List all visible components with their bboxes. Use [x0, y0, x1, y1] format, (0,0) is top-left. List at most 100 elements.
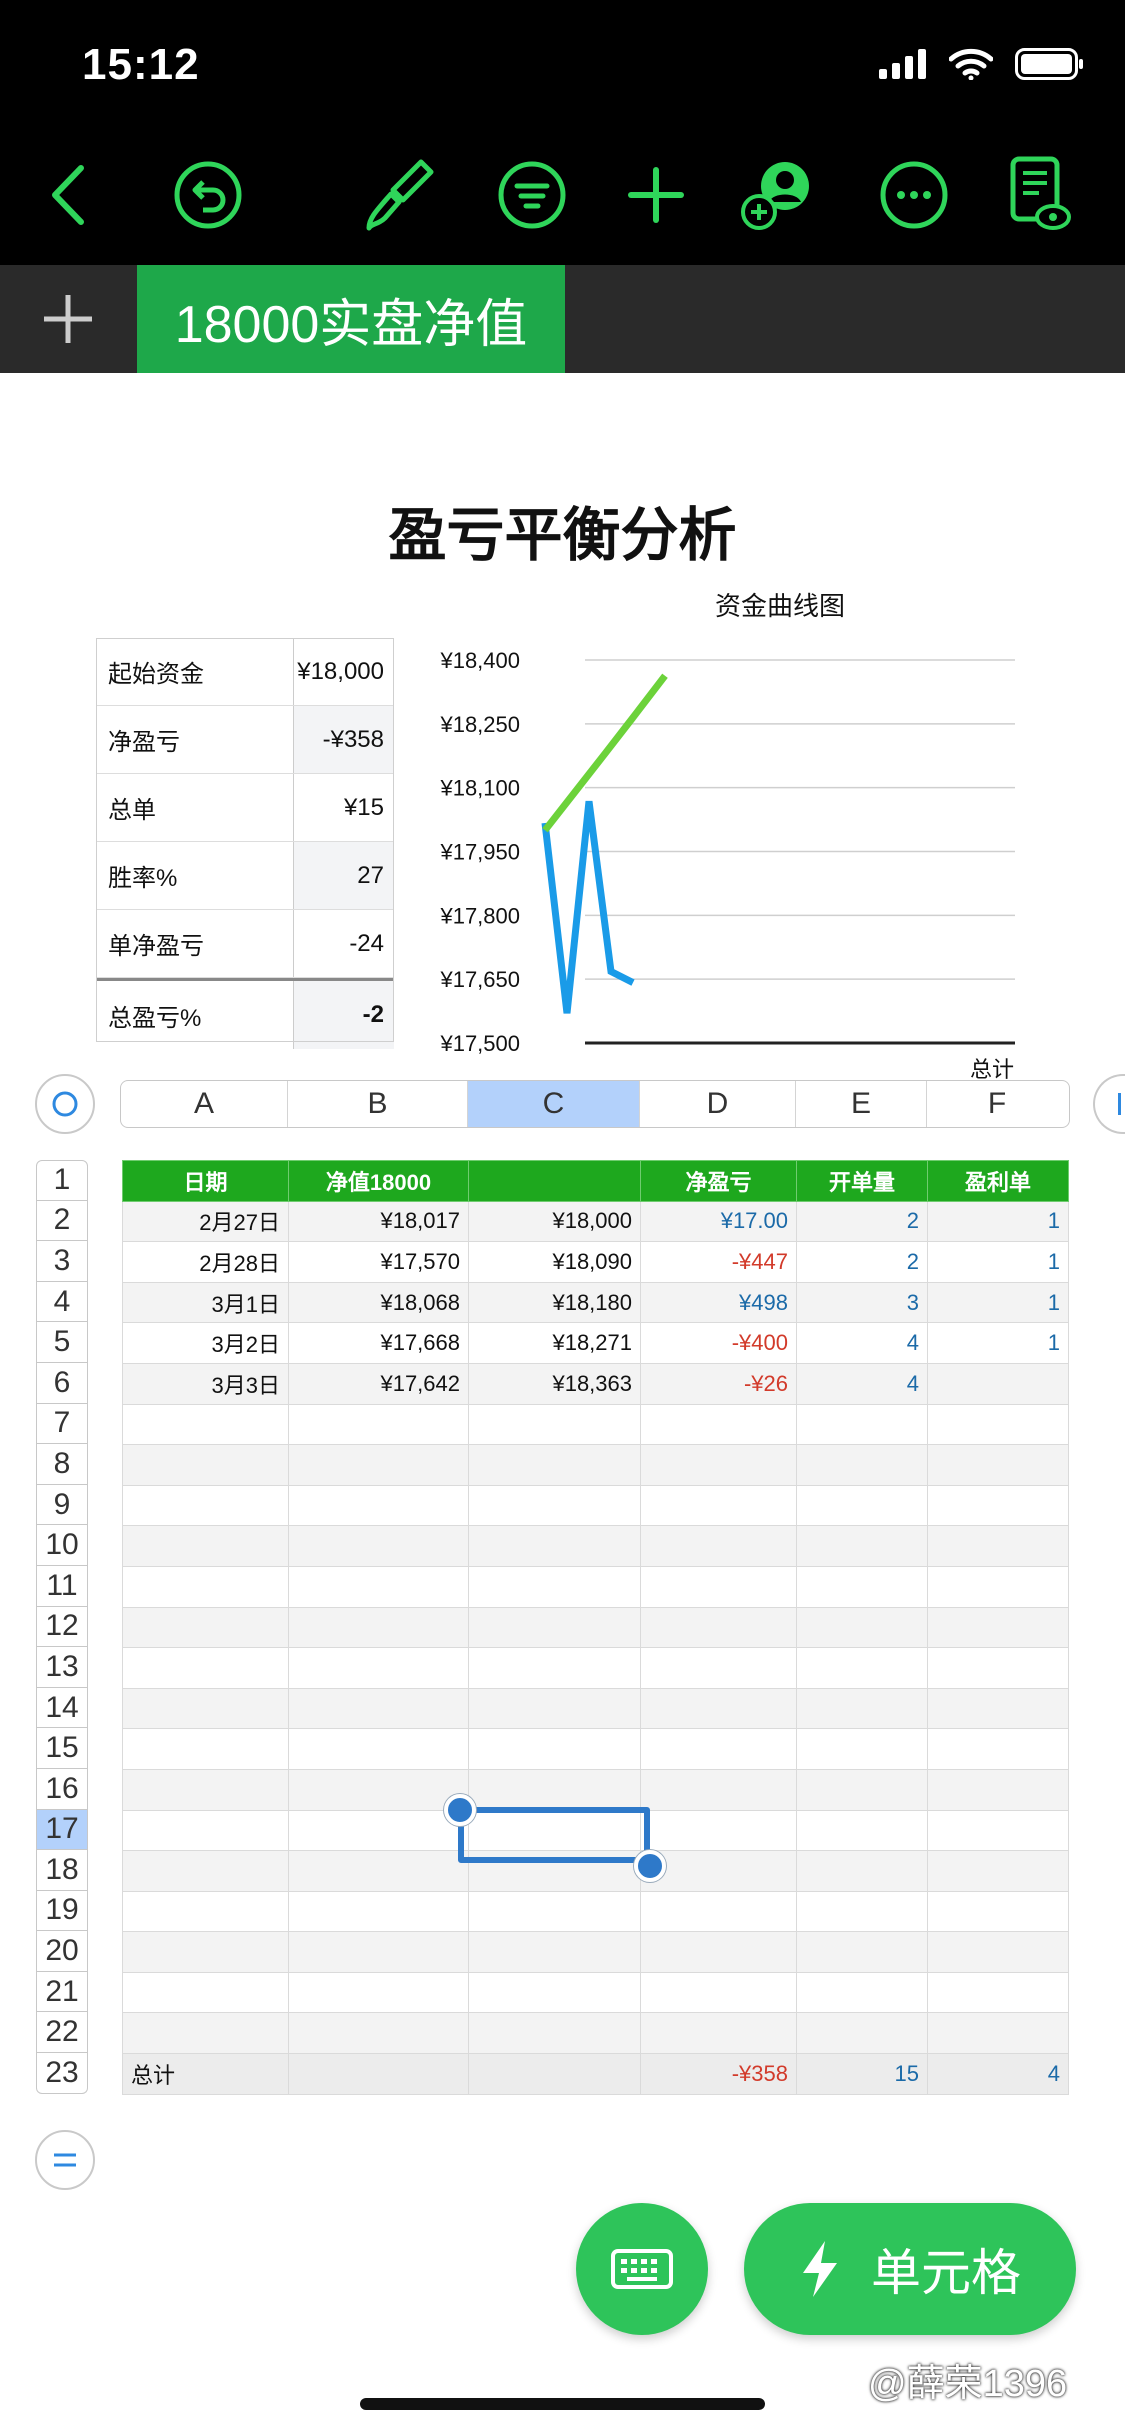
- summary-row[interactable]: 净盈亏 -¥358: [96, 706, 394, 774]
- table-cell[interactable]: [288, 1444, 469, 1486]
- row-header[interactable]: 21: [36, 1971, 88, 2013]
- row-header[interactable]: 17: [36, 1809, 88, 1851]
- table-cell[interactable]: [122, 1606, 289, 1649]
- table-cell[interactable]: [796, 1647, 928, 1689]
- undo-button[interactable]: [168, 155, 248, 235]
- table-cell[interactable]: [927, 1768, 1069, 1811]
- table-cell[interactable]: [640, 1809, 797, 1852]
- table-cell[interactable]: [796, 1525, 928, 1567]
- table-cell[interactable]: [288, 1728, 469, 1770]
- row-header[interactable]: 22: [36, 2012, 88, 2054]
- row-header[interactable]: 15: [36, 1728, 88, 1769]
- table-cell[interactable]: 1: [927, 1322, 1069, 1364]
- table-cell[interactable]: [468, 1484, 641, 1527]
- column-header-e[interactable]: E: [796, 1081, 927, 1127]
- table-cell[interactable]: ¥18,068: [288, 1281, 469, 1324]
- table-cell[interactable]: ¥17,668: [288, 1322, 469, 1364]
- table-cell[interactable]: 1: [927, 1281, 1069, 1324]
- table-cell[interactable]: ¥498: [640, 1281, 797, 1324]
- table-cell[interactable]: [927, 1890, 1069, 1933]
- table-cell[interactable]: [122, 1525, 289, 1567]
- table-cell[interactable]: ¥18,090: [468, 1241, 641, 1283]
- table-cell[interactable]: 3: [796, 1281, 928, 1324]
- table-cell[interactable]: ¥18,017: [288, 1200, 469, 1243]
- table-cell[interactable]: [796, 1606, 928, 1649]
- equity-curve-chart[interactable]: 资金曲线图 ¥18,400 ¥18,250 ¥18,100 ¥17,950 ¥17,80…: [420, 585, 1040, 1080]
- table-cell[interactable]: [122, 1890, 289, 1933]
- table-cell[interactable]: [122, 1565, 289, 1608]
- table-cell[interactable]: [288, 1809, 469, 1852]
- add-sheet-button[interactable]: [0, 265, 135, 373]
- table-cell[interactable]: [122, 1484, 289, 1527]
- table-cell[interactable]: [288, 1768, 469, 1811]
- header-cell[interactable]: 盈利单: [927, 1160, 1069, 1202]
- row-header[interactable]: 13: [36, 1647, 88, 1688]
- table-cell[interactable]: [796, 1565, 928, 1608]
- table-cell[interactable]: 3月3日: [122, 1362, 289, 1405]
- table-cell[interactable]: [927, 1444, 1069, 1486]
- table-cell[interactable]: 总计: [122, 2053, 289, 2095]
- table-cell[interactable]: [927, 1971, 1069, 2014]
- table-cell[interactable]: [288, 1971, 469, 2014]
- table-cell[interactable]: [796, 1890, 928, 1933]
- table-cell[interactable]: [927, 1403, 1069, 1446]
- table-cell[interactable]: [288, 1647, 469, 1689]
- table-cell[interactable]: [927, 1647, 1069, 1689]
- row-header[interactable]: 19: [36, 1890, 88, 1932]
- table-cell[interactable]: [640, 1890, 797, 1933]
- table-cell[interactable]: [122, 1444, 289, 1486]
- row-header[interactable]: 3: [36, 1241, 88, 1282]
- column-header-a[interactable]: A: [121, 1081, 288, 1127]
- cell-format-button[interactable]: 单元格: [744, 2203, 1076, 2335]
- table-cell[interactable]: [796, 1484, 928, 1527]
- row-header[interactable]: 18: [36, 1850, 88, 1891]
- table-cell[interactable]: ¥18,271: [468, 1322, 641, 1364]
- table-cell[interactable]: [122, 1403, 289, 1446]
- table-cell[interactable]: [288, 1606, 469, 1649]
- collaborate-button[interactable]: [738, 155, 818, 235]
- table-cell[interactable]: 4: [927, 2053, 1069, 2095]
- table-cell[interactable]: [796, 1768, 928, 1811]
- row-header[interactable]: 9: [36, 1484, 88, 1526]
- summary-total-row[interactable]: 总盈亏% -2: [96, 978, 394, 1049]
- table-cell[interactable]: [927, 1606, 1069, 1649]
- table-cell[interactable]: [468, 1444, 641, 1486]
- selection-handle-start[interactable]: [444, 1794, 476, 1826]
- summary-row[interactable]: 单净盈亏 -24: [96, 910, 394, 978]
- table-cell[interactable]: 2月28日: [122, 1241, 289, 1283]
- table-cell[interactable]: ¥18,363: [468, 1362, 641, 1405]
- sheet-tab-active[interactable]: 18000实盘净值: [137, 265, 565, 373]
- row-header[interactable]: 16: [36, 1768, 88, 1810]
- table-cell[interactable]: [122, 1728, 289, 1770]
- table-cell[interactable]: [468, 1931, 641, 1973]
- table-cell[interactable]: 1: [927, 1241, 1069, 1283]
- table-cell[interactable]: [796, 1403, 928, 1446]
- table-cell[interactable]: [796, 1971, 928, 2014]
- header-cell[interactable]: 净值18000: [288, 1160, 469, 1202]
- filter-button[interactable]: [492, 155, 572, 235]
- table-cell[interactable]: [640, 1728, 797, 1770]
- table-cell[interactable]: [288, 1403, 469, 1446]
- table-cell[interactable]: [122, 1809, 289, 1852]
- table-cell[interactable]: 3月1日: [122, 1281, 289, 1324]
- table-cell[interactable]: [640, 1484, 797, 1527]
- table-cell[interactable]: [927, 1565, 1069, 1608]
- add-row-button[interactable]: [35, 2130, 95, 2190]
- table-cell[interactable]: [927, 1728, 1069, 1770]
- table-cell[interactable]: [927, 2012, 1069, 2055]
- table-cell[interactable]: [468, 1606, 641, 1649]
- table-cell[interactable]: [122, 1647, 289, 1689]
- table-cell[interactable]: [288, 2012, 469, 2055]
- table-cell[interactable]: [640, 1403, 797, 1446]
- table-cell[interactable]: [468, 2012, 641, 2055]
- row-header[interactable]: 7: [36, 1403, 88, 1445]
- more-button[interactable]: [874, 155, 954, 235]
- header-cell[interactable]: [468, 1160, 641, 1202]
- table-cell[interactable]: [288, 1484, 469, 1527]
- reading-view-button[interactable]: [998, 155, 1078, 235]
- table-cell[interactable]: [796, 1809, 928, 1852]
- header-cell[interactable]: 日期: [122, 1160, 289, 1202]
- table-cell[interactable]: [122, 2012, 289, 2055]
- table-cell[interactable]: ¥17,570: [288, 1241, 469, 1283]
- scroll-right-handle[interactable]: [1093, 1074, 1125, 1134]
